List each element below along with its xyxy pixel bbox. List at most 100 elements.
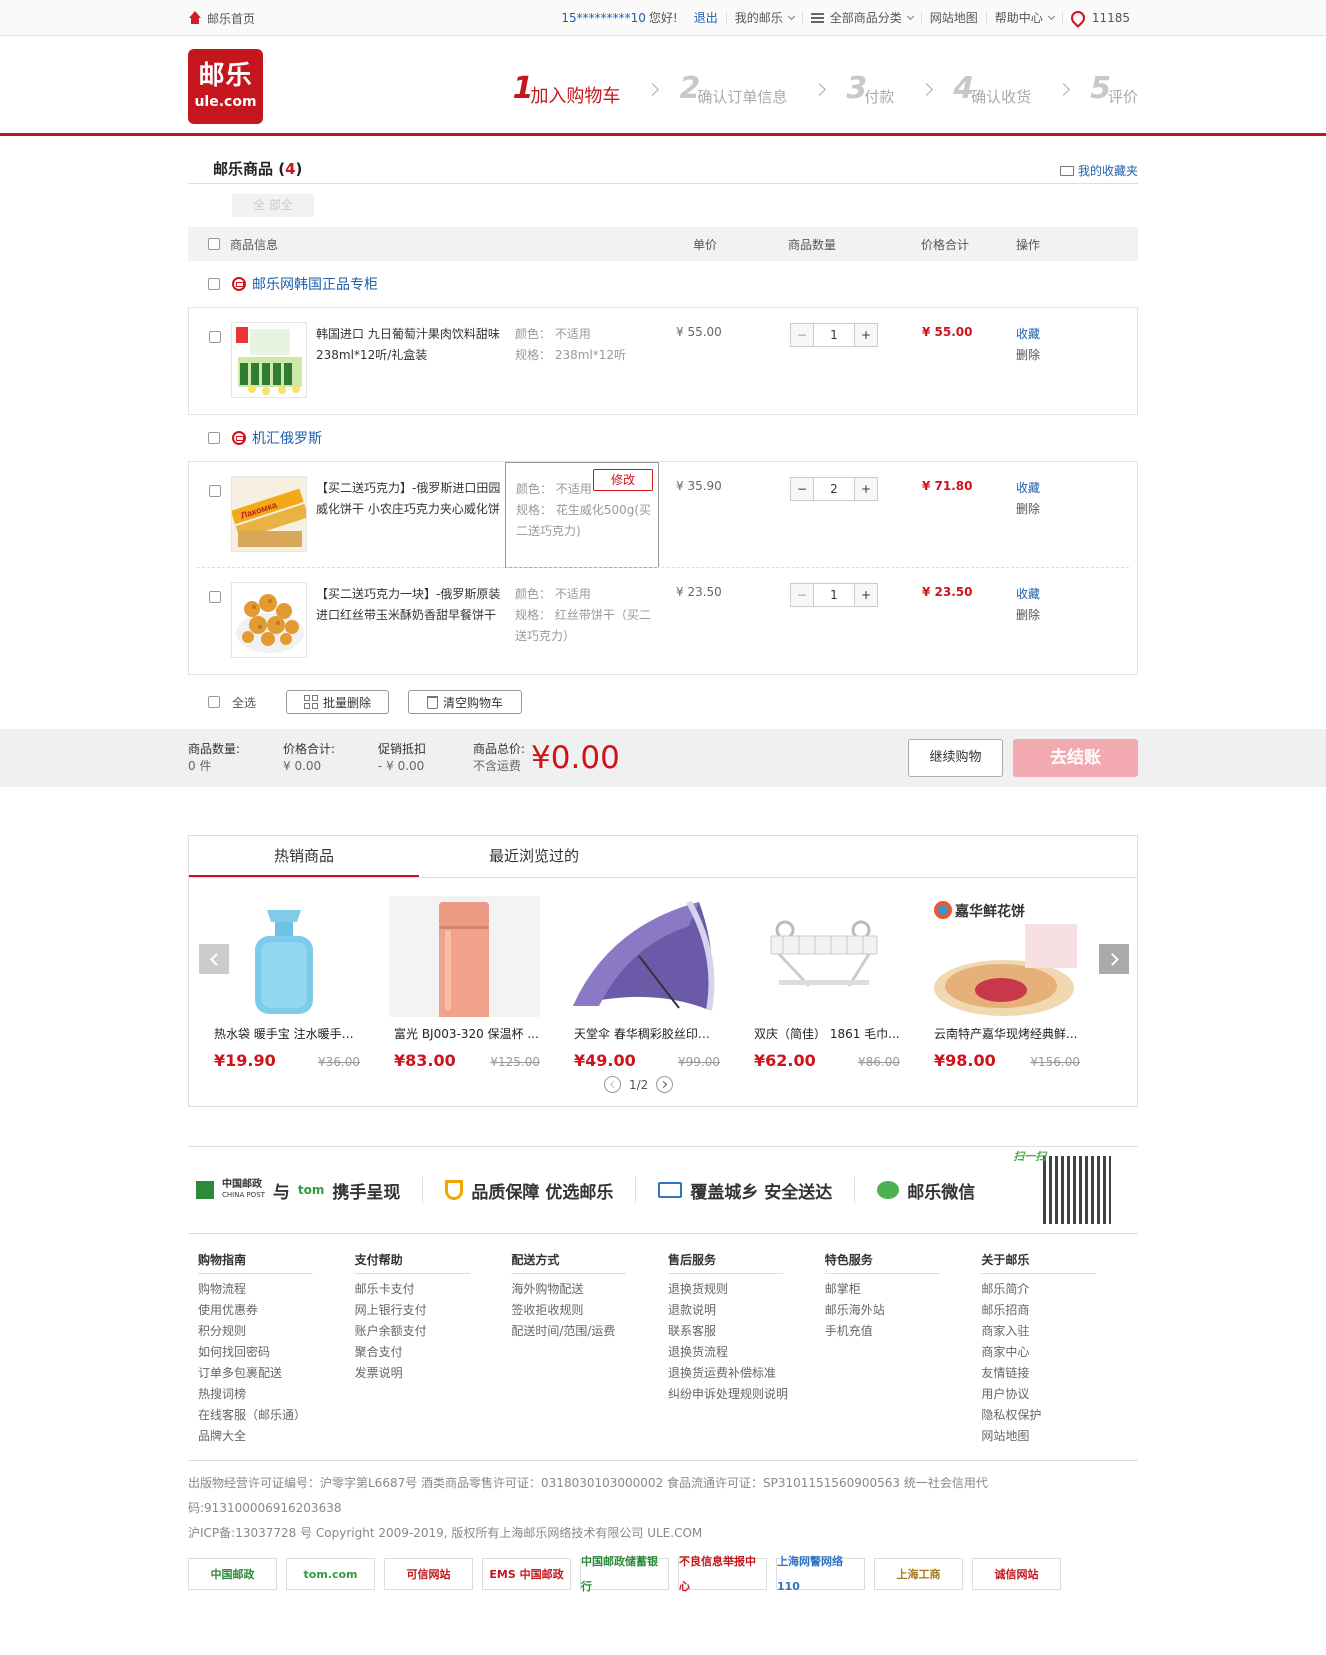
trust-badge[interactable]: tom.com: [286, 1558, 375, 1590]
increase-button[interactable]: +: [855, 324, 877, 346]
footer-link[interactable]: 纠纷申诉处理规则说明: [668, 1384, 825, 1405]
product-card[interactable]: 富光 BJ003-320 保温杯 ... ¥83.00 ¥125.00: [389, 896, 540, 1070]
product-card[interactable]: 双庆（简佳） 1861 毛巾... ¥62.00 ¥86.00: [749, 896, 900, 1070]
all-categories-menu[interactable]: 全部商品分类: [801, 11, 921, 25]
tab-recently-viewed[interactable]: 最近浏览过的: [419, 836, 649, 877]
footer-link[interactable]: 隐私权保护: [981, 1405, 1138, 1426]
trust-badge[interactable]: 上海网警网络110: [776, 1555, 865, 1593]
footer-link[interactable]: 退换货运费补偿标准: [668, 1363, 825, 1384]
footer-link[interactable]: 退换货规则: [668, 1279, 825, 1300]
product-name-link[interactable]: 韩国进口 九日葡萄汁果肉饮料甜味238ml*12听/礼盒装: [316, 324, 501, 366]
footer-link[interactable]: 发票说明: [355, 1363, 512, 1384]
footer-link[interactable]: 邮掌柜: [825, 1279, 982, 1300]
footer-link[interactable]: 订单多包裹配送: [198, 1363, 355, 1384]
footer-link[interactable]: 用户协议: [981, 1384, 1138, 1405]
select-all-label[interactable]: 全选: [232, 694, 256, 711]
continue-shopping-button[interactable]: 继续购物: [908, 739, 1003, 777]
footer-link[interactable]: 邮乐卡支付: [355, 1279, 512, 1300]
footer-link[interactable]: 网上银行支付: [355, 1300, 512, 1321]
footer-link[interactable]: 邮乐海外站: [825, 1300, 982, 1321]
logout-link[interactable]: 退出: [686, 11, 726, 25]
clear-cart-button[interactable]: 清空购物车: [408, 690, 523, 714]
trust-badge[interactable]: 诚信网站: [972, 1558, 1061, 1590]
footer-link[interactable]: 热搜词榜: [198, 1384, 355, 1405]
carousel-next-button[interactable]: [1099, 944, 1129, 974]
footer-link[interactable]: 邮乐简介: [981, 1279, 1138, 1300]
site-map-link[interactable]: 网站地图: [920, 11, 986, 25]
footer-link[interactable]: 邮乐招商: [981, 1300, 1138, 1321]
pager-next-button[interactable]: [656, 1076, 674, 1093]
quantity-input[interactable]: 1: [813, 584, 855, 606]
footer-link[interactable]: 聚合支付: [355, 1342, 512, 1363]
batch-delete-button[interactable]: 批量删除: [286, 690, 390, 714]
footer-link[interactable]: 退换货流程: [668, 1342, 825, 1363]
product-card[interactable]: 热水袋 暖手宝 注水暖手80... ¥19.90 ¥36.00: [209, 896, 360, 1070]
delete-link[interactable]: 删除: [1016, 605, 1040, 626]
trust-badge[interactable]: 中国邮政储蓄银行: [580, 1555, 669, 1593]
select-all-checkbox[interactable]: [208, 696, 220, 708]
product-image[interactable]: Лакомка: [231, 476, 307, 552]
my-ule-menu[interactable]: 我的邮乐: [725, 11, 802, 25]
footer-link[interactable]: 签收拒收规则: [511, 1300, 668, 1321]
pager-prev-button[interactable]: [604, 1076, 621, 1093]
user-account-link[interactable]: 15*********10: [561, 11, 646, 25]
shop-name-link[interactable]: 邮乐网韩国正品专柜: [252, 274, 378, 294]
product-card[interactable]: 嘉华鲜花饼 云南特产嘉华现烤经典鲜... ¥98.00 ¥156.00: [929, 896, 1080, 1070]
footer-link[interactable]: 商家中心: [981, 1342, 1138, 1363]
select-all-checkbox-top[interactable]: [208, 238, 220, 250]
product-name-link[interactable]: 【买二送巧克力一块】-俄罗斯原装进口红丝带玉米酥奶香甜早餐饼干: [316, 584, 501, 626]
trust-badge[interactable]: 不良信息举报中心: [678, 1555, 767, 1593]
tab-hot-products[interactable]: 热销商品: [189, 836, 419, 877]
footer-link[interactable]: 商家入驻: [981, 1321, 1138, 1342]
footer-link[interactable]: 如何找回密码: [198, 1342, 355, 1363]
item-checkbox[interactable]: [209, 485, 221, 497]
shop-checkbox[interactable]: [208, 432, 220, 444]
item-checkbox[interactable]: [209, 331, 221, 343]
shop-name-link[interactable]: 机汇俄罗斯: [252, 428, 322, 448]
decrease-button[interactable]: −: [791, 324, 813, 346]
footer-link[interactable]: 联系客服: [668, 1321, 825, 1342]
product-image[interactable]: [231, 582, 307, 658]
footer-link[interactable]: 网站地图: [981, 1426, 1138, 1447]
footer-link[interactable]: 海外购物配送: [511, 1279, 668, 1300]
product-attrs-edit[interactable]: 颜色： 不适用 规格： 花生威化500g(买二送巧克力) 修改: [505, 462, 659, 568]
trust-badge[interactable]: 中国邮政: [188, 1558, 277, 1590]
quantity-input[interactable]: 2: [813, 478, 855, 500]
edit-attrs-button[interactable]: 修改: [593, 469, 653, 491]
decrease-button[interactable]: −: [791, 584, 813, 606]
item-checkbox[interactable]: [209, 591, 221, 603]
footer-link[interactable]: 在线客服（邮乐通）: [198, 1405, 355, 1426]
my-favorites-link[interactable]: 我的收藏夹: [1059, 162, 1138, 179]
shop-checkbox[interactable]: [208, 278, 220, 290]
trust-badge[interactable]: 可信网站: [384, 1558, 473, 1590]
quantity-input[interactable]: 1: [813, 324, 855, 346]
favorite-link[interactable]: 收藏: [1016, 478, 1040, 499]
product-name-link[interactable]: 【买二送巧克力】-俄罗斯进口田园威化饼干 小农庄巧克力夹心威化饼: [316, 478, 501, 520]
footer-link[interactable]: 使用优惠券: [198, 1300, 355, 1321]
increase-button[interactable]: +: [855, 584, 877, 606]
cart-subtab-all[interactable]: 全 部全: [232, 194, 314, 217]
checkout-button[interactable]: 去结账: [1013, 739, 1138, 777]
carousel-prev-button[interactable]: [199, 944, 229, 974]
footer-link[interactable]: 购物流程: [198, 1279, 355, 1300]
favorite-link[interactable]: 收藏: [1016, 324, 1040, 345]
footer-link[interactable]: 品牌大全: [198, 1426, 355, 1447]
product-card[interactable]: 天堂伞 春华稠彩胶丝印包... ¥49.00 ¥99.00: [569, 896, 720, 1070]
footer-link[interactable]: 账户余额支付: [355, 1321, 512, 1342]
increase-button[interactable]: +: [855, 478, 877, 500]
delete-link[interactable]: 删除: [1016, 499, 1040, 520]
footer-link[interactable]: 友情链接: [981, 1363, 1138, 1384]
favorite-link[interactable]: 收藏: [1016, 584, 1040, 605]
trust-badge[interactable]: EMS 中国邮政: [482, 1558, 571, 1590]
trust-badge[interactable]: 上海工商: [874, 1558, 963, 1590]
home-link[interactable]: 邮乐首页: [188, 10, 255, 27]
help-center-menu[interactable]: 帮助中心: [985, 11, 1062, 25]
product-image[interactable]: [231, 322, 307, 398]
footer-link[interactable]: 手机充值: [825, 1321, 982, 1342]
footer-link[interactable]: 积分规则: [198, 1321, 355, 1342]
footer-link[interactable]: 退款说明: [668, 1300, 825, 1321]
ule-logo[interactable]: 邮乐 ule.com: [188, 48, 263, 124]
decrease-button[interactable]: −: [791, 478, 813, 500]
delete-link[interactable]: 删除: [1016, 345, 1040, 366]
footer-link[interactable]: 配送时间/范围/运费: [511, 1321, 668, 1342]
